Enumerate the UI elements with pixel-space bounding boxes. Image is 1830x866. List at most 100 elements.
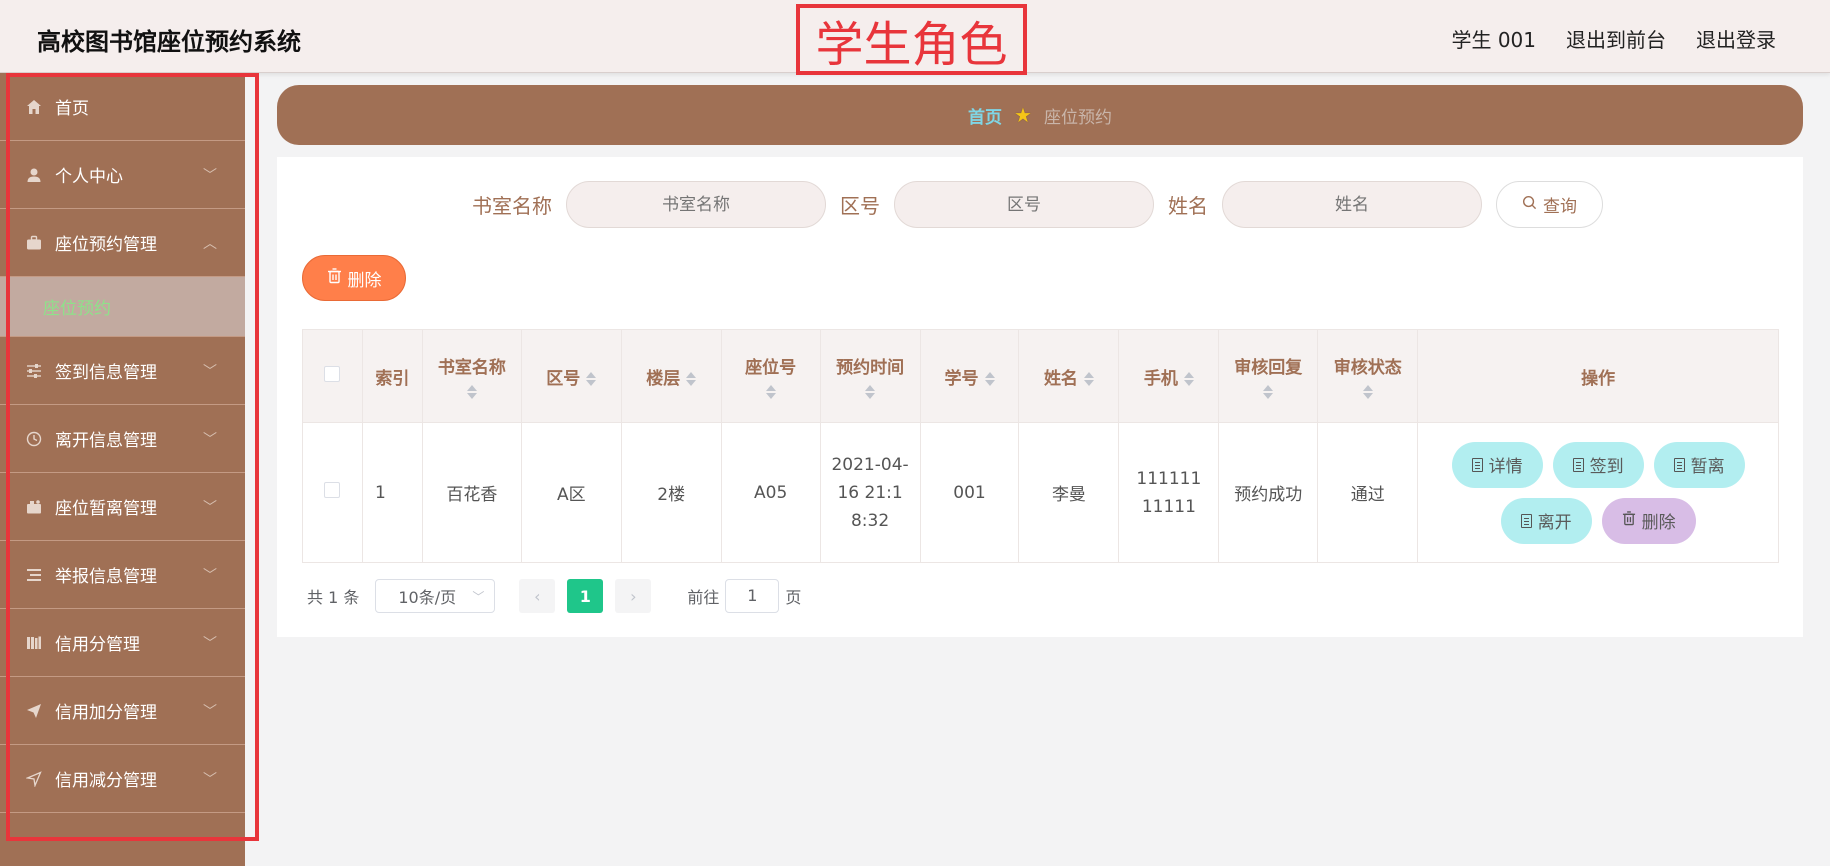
role-annotation-box: 学生角色: [796, 4, 1027, 75]
row-actions: 详情 签到 暂离 离开 删除: [1418, 441, 1778, 544]
sidebar-item-label: 座位暂离管理: [55, 499, 157, 519]
cell-area: A区: [520, 422, 622, 563]
cell-reply: 预约成功: [1218, 422, 1319, 563]
sidebar-item-label: 举报信息管理: [55, 567, 157, 587]
sort-icon[interactable]: [1318, 384, 1417, 400]
row-delete-button[interactable]: 删除: [1601, 497, 1696, 544]
col-reply[interactable]: 审核回复: [1218, 329, 1319, 423]
document-icon: [1572, 457, 1584, 472]
goto-page-input[interactable]: 1: [725, 579, 780, 613]
cell-student-no: 001: [919, 422, 1020, 563]
current-user[interactable]: 学生 001: [1451, 24, 1536, 53]
prev-page-button[interactable]: ‹: [519, 579, 556, 613]
chevron-down-icon: ﹀: [203, 167, 217, 184]
sidebar-item-temp-leave[interactable]: 座位暂离管理 ﹀: [0, 473, 245, 541]
cell-time: 2021-04-16 21:18:32: [819, 422, 921, 563]
name-label: 姓名: [1168, 194, 1208, 218]
sidebar-item-label: 信用减分管理: [55, 771, 157, 791]
role-annotation-label: 学生角色: [815, 16, 1008, 73]
row-checkbox[interactable]: [324, 482, 341, 498]
cell-status: 通过: [1317, 422, 1419, 563]
col-floor-label: 楼层: [646, 368, 681, 389]
sidebar-item-label: 信用加分管理: [55, 703, 157, 723]
sidebar-item-credit[interactable]: 信用分管理 ﹀: [0, 609, 245, 677]
next-page-button[interactable]: ›: [615, 579, 652, 613]
signin-button[interactable]: 签到: [1552, 441, 1644, 488]
col-phone[interactable]: 手机: [1118, 329, 1220, 423]
select-all-cell[interactable]: [302, 329, 363, 423]
sidebar-item-credit-deduct[interactable]: 信用减分管理 ﹀: [0, 745, 245, 813]
breadcrumb-home[interactable]: 首页: [968, 103, 1002, 128]
col-time[interactable]: 预约时间: [819, 329, 921, 423]
navigation-icon: [25, 770, 43, 788]
signin-label: 签到: [1589, 457, 1624, 477]
cell-actions: 详情 签到 暂离 离开 删除: [1417, 422, 1779, 563]
logout-link[interactable]: 退出登录: [1696, 24, 1776, 53]
area-input[interactable]: [894, 181, 1154, 228]
temp-leave-label: 暂离: [1690, 457, 1725, 477]
col-room[interactable]: 书室名称: [421, 329, 522, 423]
sort-icon[interactable]: [686, 371, 697, 387]
col-floor[interactable]: 楼层: [620, 329, 722, 423]
leave-button[interactable]: 离开: [1500, 497, 1592, 544]
cell-phone: 11111111111: [1118, 422, 1220, 563]
sort-icon[interactable]: [423, 384, 521, 400]
sidebar-item-credit-add[interactable]: 信用加分管理 ﹀: [0, 677, 245, 745]
room-input[interactable]: [566, 181, 826, 228]
breadcrumb: 首页 ★ 座位预约: [277, 85, 1803, 145]
col-area[interactable]: 区号: [520, 329, 622, 423]
table-row: 1 百花香 A区 2楼 A05 2021-04-16 21:18:32 001 …: [302, 422, 1779, 563]
sidebar-item-seat-booking[interactable]: 座位预约管理 ︿: [0, 209, 245, 277]
pagination: 共 1 条 10条/页 ﹀ ‹ 1 › 前往 1 页: [307, 579, 801, 613]
chevron-up-icon: ︿: [203, 235, 217, 252]
col-status[interactable]: 审核状态: [1317, 329, 1419, 423]
row-select-cell[interactable]: [302, 422, 363, 563]
query-button[interactable]: 查询: [1496, 181, 1603, 228]
sidebar-subitem-seat-booking[interactable]: 座位预约: [0, 277, 245, 337]
leave-label: 离开: [1537, 513, 1572, 533]
document-icon: [1471, 457, 1483, 472]
cell-seat: A05: [720, 422, 821, 563]
cell-name: 李曼: [1018, 422, 1120, 563]
col-name[interactable]: 姓名: [1018, 329, 1120, 423]
col-actions: 操作: [1417, 329, 1779, 423]
page-size-select[interactable]: 10条/页 ﹀: [375, 579, 496, 613]
name-input[interactable]: [1222, 181, 1482, 228]
list-icon: [25, 566, 43, 584]
col-student-no[interactable]: 学号: [919, 329, 1020, 423]
books-icon: [25, 634, 43, 652]
chevron-down-icon: ﹀: [203, 567, 217, 584]
temp-leave-button[interactable]: 暂离: [1653, 441, 1745, 488]
main-panel: 书室名称 区号 姓名 查询 删除 索引 书室名称 区号 楼层 座位号: [277, 157, 1803, 637]
sort-icon[interactable]: [722, 384, 820, 400]
sort-icon[interactable]: [1083, 371, 1094, 387]
trash-icon: [327, 267, 342, 289]
sort-icon[interactable]: [1183, 371, 1194, 387]
batch-delete-button[interactable]: 删除: [302, 255, 406, 301]
area-label: 区号: [840, 194, 880, 218]
select-all-checkbox[interactable]: [324, 365, 341, 382]
sort-icon[interactable]: [586, 371, 597, 387]
sidebar-item-report[interactable]: 举报信息管理 ﹀: [0, 541, 245, 609]
sidebar-item-leave[interactable]: 离开信息管理 ﹀: [0, 405, 245, 473]
sidebar-item-profile[interactable]: 个人中心 ﹀: [0, 141, 245, 209]
front-link[interactable]: 退出到前台: [1566, 24, 1666, 53]
col-index: 索引: [361, 329, 423, 423]
goto-prefix: 前往: [687, 588, 720, 607]
chevron-down-icon: ﹀: [203, 771, 217, 788]
col-phone-label: 手机: [1143, 368, 1178, 389]
col-student-no-label: 学号: [944, 368, 979, 389]
star-icon: ★: [1014, 103, 1032, 127]
briefcase-icon: [25, 234, 43, 252]
sort-icon[interactable]: [821, 384, 920, 400]
detail-button[interactable]: 详情: [1451, 441, 1543, 488]
col-seat[interactable]: 座位号: [720, 329, 821, 423]
search-bar: 书室名称 区号 姓名 查询: [472, 181, 1603, 228]
detail-label: 详情: [1488, 457, 1523, 477]
sort-icon[interactable]: [984, 371, 995, 387]
sidebar-item-signin[interactable]: 签到信息管理 ﹀: [0, 337, 245, 405]
goto-page: 前往 1 页: [687, 579, 801, 613]
sort-icon[interactable]: [1219, 384, 1317, 400]
page-number-current[interactable]: 1: [567, 579, 604, 613]
sidebar-item-home[interactable]: 首页: [0, 73, 245, 141]
